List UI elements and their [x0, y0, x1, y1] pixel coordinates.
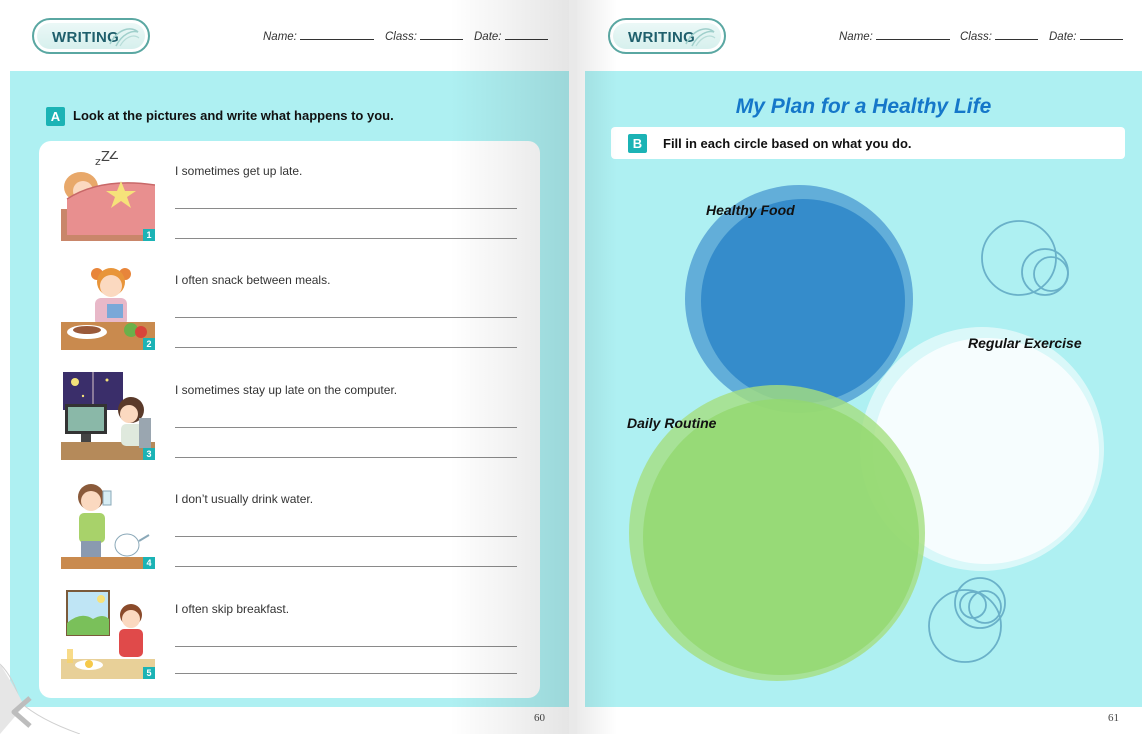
picture-number: 1 [143, 229, 155, 241]
answer-line[interactable] [175, 427, 517, 428]
picture-number: 2 [143, 338, 155, 350]
svg-text:Z: Z [109, 151, 119, 163]
answer-line[interactable] [175, 673, 517, 674]
name-label: Name: [263, 31, 297, 43]
plan-panel: My Plan for a Healthy Life B Fill in eac… [585, 71, 1142, 707]
section-a-text: Look at the pictures and write what happ… [73, 107, 394, 123]
date-field[interactable]: Date: [1049, 30, 1123, 43]
answer-line[interactable] [175, 238, 517, 239]
answer-line[interactable] [175, 208, 517, 209]
class-field[interactable]: Class: [960, 30, 1038, 43]
section-a-instruction: A Look at the pictures and write what hap… [46, 107, 394, 126]
snacking-girl-icon: 2 [61, 260, 155, 350]
decorative-rings-icon [981, 220, 1069, 296]
exercise-item: 4 I don’t usually drink water. [39, 479, 540, 579]
exercise-card: z Z Z 1 I sometimes get up late. 2 I oft… [39, 141, 540, 698]
healthy-food-label: Healthy Food [706, 202, 795, 218]
item-sentence: I often snack between meals. [175, 273, 331, 287]
leaf-swirl-icon [109, 28, 140, 47]
writing-badge: WRITING [32, 18, 150, 54]
exercise-item: 2 I often snack between meals. [39, 260, 540, 360]
exercise-item: 5 I often skip breakfast. [39, 589, 540, 689]
answer-line[interactable] [175, 317, 517, 318]
item-sentence: I often skip breakfast. [175, 602, 290, 616]
sleeping-girl-icon: z Z Z 1 [61, 151, 155, 241]
page-number: 60 [534, 712, 545, 724]
exercise-item: 3 I sometimes stay up late on the comput… [39, 370, 540, 470]
picture-number: 3 [143, 448, 155, 460]
class-label: Class: [385, 31, 417, 43]
answer-line[interactable] [175, 566, 517, 567]
previous-page-button[interactable] [0, 634, 81, 734]
decorative-rings-icon [928, 577, 1006, 663]
date-field[interactable]: Date: [474, 30, 548, 43]
regular-exercise-label: Regular Exercise [968, 335, 1082, 351]
page-number: 61 [1108, 712, 1119, 724]
item-sentence: I don’t usually drink water. [175, 492, 314, 506]
date-label: Date: [474, 31, 502, 43]
right-page: WRITING Name: Class: Date: My Plan for a… [577, 0, 1145, 734]
name-field[interactable]: Name: [839, 30, 950, 43]
answer-line[interactable] [175, 457, 517, 458]
exercise-item: z Z Z 1 I sometimes get up late. [39, 151, 540, 251]
daily-routine-label: Daily Routine [627, 415, 717, 431]
left-page: WRITING Name: Class: Date: A Look at the … [0, 0, 569, 734]
writing-badge: WRITING [608, 18, 726, 54]
name-label: Name: [839, 31, 873, 43]
picture-number: 5 [143, 667, 155, 679]
item-sentence: I sometimes get up late. [175, 164, 303, 178]
page-header: WRITING Name: Class: Date: [577, 18, 1145, 58]
answer-line[interactable] [175, 347, 517, 348]
venn-diagram [629, 185, 1104, 681]
picture-number: 4 [143, 557, 155, 569]
leaf-swirl-icon [685, 28, 716, 47]
name-field[interactable]: Name: [263, 30, 374, 43]
date-label: Date: [1049, 31, 1077, 43]
computer-boy-icon: 3 [61, 370, 155, 460]
page-header: WRITING Name: Class: Date: [0, 18, 569, 58]
class-field[interactable]: Class: [385, 30, 463, 43]
section-a-letter: A [46, 107, 65, 126]
class-label: Class: [960, 31, 992, 43]
exercise-panel: A Look at the pictures and write what hap… [10, 71, 569, 707]
item-sentence: I sometimes stay up late on the computer… [175, 383, 398, 397]
page-curl-back-icon [0, 663, 81, 734]
answer-line[interactable] [175, 536, 517, 537]
answer-line[interactable] [175, 646, 517, 647]
drinking-boy-icon: 4 [61, 479, 155, 569]
